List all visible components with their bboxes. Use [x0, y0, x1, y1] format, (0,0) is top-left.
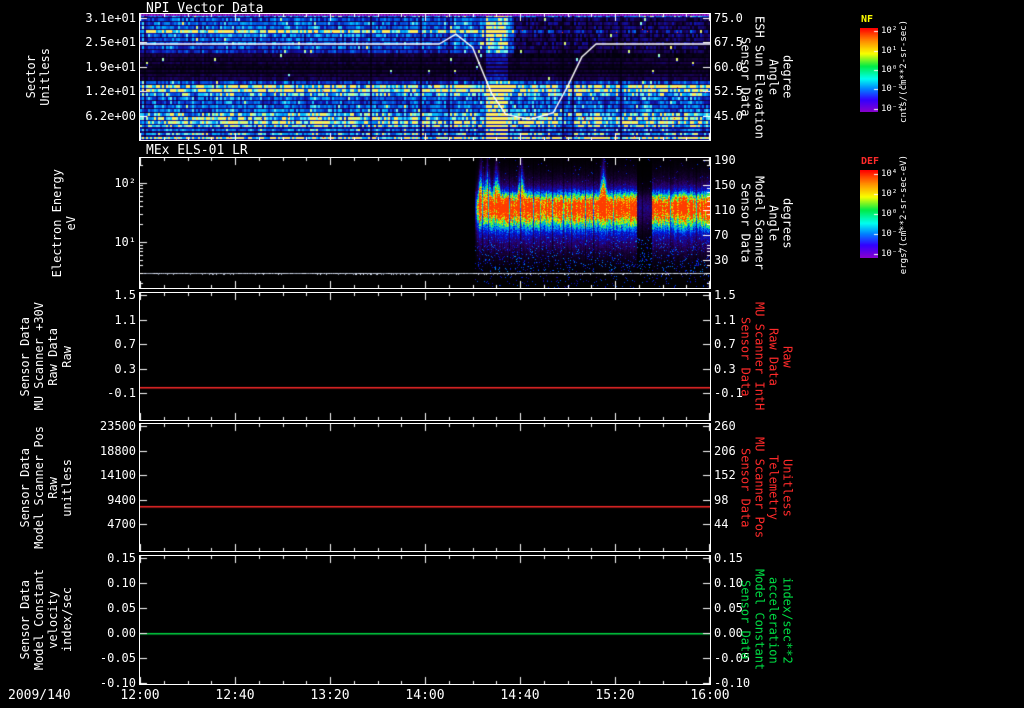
axis-title-line: Raw — [59, 345, 74, 368]
left-axis-title-model_const: Sensor Data Model Constant velocity index/s… — [12, 556, 80, 684]
colorbar-tick-label: 10⁴ — [881, 168, 898, 179]
colorbar-unit-text: cnts/(cm**2-sr-sec) — [899, 19, 909, 123]
axis-title-line: Sector — [23, 55, 38, 99]
axis-title-line: Sensor Data — [17, 447, 32, 528]
colorbar-def — [860, 170, 878, 258]
panel-scanner_pos — [139, 423, 711, 552]
axis-title-line: Sensor Data — [738, 580, 753, 660]
axis-title-line: MU Scanner Pos — [752, 436, 767, 539]
left-axis-title-scanner_pos: Sensor Data Model Scanner Pos Raw unitless — [12, 424, 80, 551]
axis-title-line: degree — [780, 55, 795, 99]
axis-title-line: Model Constant — [31, 569, 46, 671]
npi-spectrogram-canvas — [140, 14, 710, 140]
x-tick-label: 14:00 — [405, 688, 445, 703]
right-axis-title-scanner_pos: Sensor Data MU Scanner Pos Telemetry Unitle… — [726, 424, 806, 551]
axis-title-line: index/sec**2 — [780, 576, 795, 664]
right-axis-title-mu_inth: Sensor Data MU Scanner IntH Raw Data Raw — [726, 293, 806, 420]
x-tick-label: 13:20 — [310, 688, 350, 703]
axis-title-line: MU Scanner IntH — [752, 302, 767, 411]
panel-npi — [139, 13, 711, 141]
axis-title-line: Raw — [45, 476, 60, 499]
panel-mu_inth — [139, 292, 711, 421]
npi-left-tick-label: 2.5e+01 — [85, 35, 136, 50]
axis-title-line: Sensor Data — [17, 316, 32, 397]
model_const-line-canvas — [140, 556, 710, 684]
panel-title-els: MEx ELS-01 LR — [146, 143, 248, 158]
axis-title-line: index/sec — [59, 587, 74, 653]
npi-left-tick-label: 6.2e+00 — [85, 109, 136, 124]
axis-title-line: Sensor Data — [738, 447, 753, 528]
panel-model_const — [139, 555, 711, 685]
right-axis-title-els: Sensor Data Model Scanner Angle degrees — [726, 158, 806, 288]
axis-title-line: acceleration — [766, 576, 781, 664]
left-axis-title-els: Electron Energy eV — [46, 158, 82, 288]
axis-title-line: Unitless — [780, 458, 795, 517]
axis-title-line: Angle — [766, 58, 781, 96]
axis-title-line: Raw Data — [766, 327, 781, 386]
left-axis-title-npi: Sector Unitless — [18, 14, 58, 140]
axis-title-line: Electron Energy — [49, 168, 64, 278]
axis-title-line: Unitless — [37, 48, 52, 106]
colorbar-unit-nf: cnts/(cm**2-sr-sec) — [897, 16, 911, 126]
colorbar-tick-label: 10⁰ — [881, 65, 898, 75]
x-tick-label: 12:00 — [120, 688, 160, 703]
axis-title-line: unitless — [59, 458, 74, 517]
colorbar-nf — [860, 28, 878, 112]
colorbar-name-nf: NF — [861, 14, 874, 25]
left-axis-title-mu_inth: Sensor Data MU Scanner +30V Raw Data Raw — [12, 293, 80, 420]
colorbar-unit-def: ergs/(cm**2-sr-sec-eV) — [897, 155, 911, 275]
axis-title-line: Model Scanner — [752, 176, 767, 270]
x-tick-label: 12:40 — [215, 688, 255, 703]
npi-left-tick-label: 1.2e+01 — [85, 84, 136, 99]
x-tick-label: 14:40 — [500, 688, 540, 703]
npi-left-tick-label: 1.9e+01 — [85, 59, 136, 74]
colorbar-tick-label: 10¹ — [881, 45, 898, 56]
els-spectrogram-canvas — [140, 158, 710, 288]
axis-title-line: Raw Data — [45, 327, 60, 386]
axis-title-line: Sensor Data — [17, 580, 32, 660]
axis-title-line: Telemetry — [766, 454, 781, 521]
date-label: 2009/140 — [8, 688, 71, 703]
colorbar-tick-label: 10² — [881, 188, 898, 199]
mu_inth-line-canvas — [140, 293, 710, 420]
axis-title-line: Sensor Data — [738, 37, 753, 117]
scanner_pos-line-canvas — [140, 424, 710, 551]
colorbar-unit-text: ergs/(cm**2-sr-sec-eV) — [899, 155, 909, 275]
axis-title-line: Model Constant — [752, 569, 767, 671]
axis-title-line: Sensor Data — [738, 183, 753, 263]
axis-title-line: MU Scanner +30V — [31, 302, 46, 411]
right-axis-title-npi: Sensor Data ESH Sun Elevation Angle degree — [726, 14, 806, 140]
npi-left-tick-label: 3.1e+01 — [85, 10, 136, 25]
colorbar-tick-label: 10⁰ — [881, 209, 898, 219]
axis-title-line: Model Scanner Pos — [31, 426, 46, 549]
axis-title-line: eV — [63, 215, 78, 231]
axis-title-line: Raw — [780, 345, 795, 368]
colorbar-name-def: DEF — [861, 156, 880, 167]
x-tick-label: 16:00 — [690, 688, 730, 703]
panel-els — [139, 157, 711, 289]
colorbar-tick-label: 10² — [881, 26, 898, 37]
multi-panel-time-series-plot: NPI Vector Data MEx ELS-01 LR 2009/140 3… — [0, 0, 1024, 708]
axis-title-line: Sensor Data — [738, 316, 753, 397]
x-tick-label: 15:20 — [595, 688, 635, 703]
axis-title-line: ESH Sun Elevation — [752, 15, 767, 139]
axis-title-line: Angle — [766, 204, 781, 242]
axis-title-line: degrees — [780, 197, 795, 249]
axis-title-line: velocity — [45, 591, 60, 649]
right-axis-title-model_const: Sensor Data Model Constant acceleration ind… — [726, 556, 806, 684]
